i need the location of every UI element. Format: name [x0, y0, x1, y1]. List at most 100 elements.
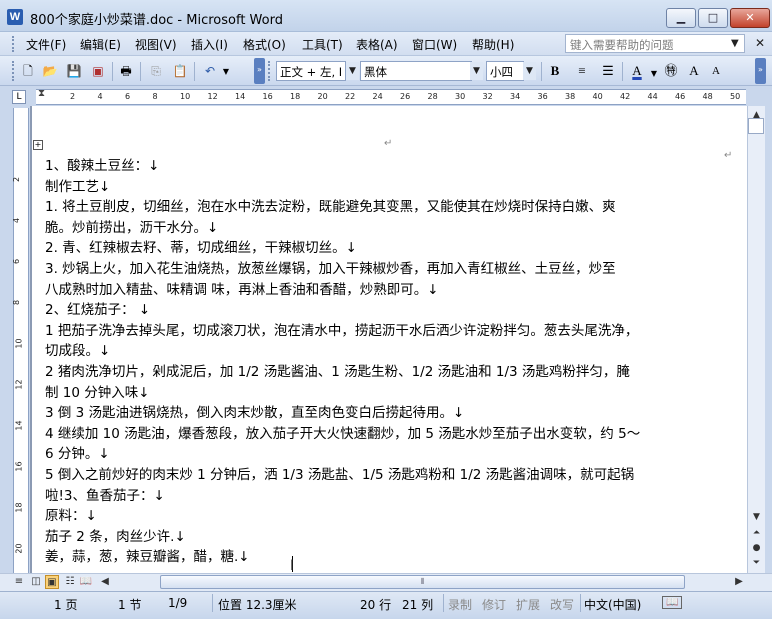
document-text-line[interactable]: 脆。炒前捞出，沥干水分。↓	[45, 216, 218, 236]
undo-icon[interactable]: ↶	[202, 64, 218, 79]
document-text-line[interactable]: 切成段。↓	[45, 339, 110, 359]
font-size-dropdown-icon[interactable]: ▼	[523, 62, 536, 80]
vertical-ruler-number: 4	[12, 217, 22, 224]
menu-tools[interactable]: 工具(T)	[302, 36, 343, 53]
vertical-scroll-thumb[interactable]	[748, 118, 764, 134]
document-text-line[interactable]: 3 倒 3 汤匙油进锅烧热，倒入肉末炒散，直至肉色变白后捞起待用。↓	[45, 401, 464, 421]
font-dropdown-icon[interactable]: ▼	[470, 62, 483, 80]
document-text-line[interactable]: 1、酸辣土豆丝：↓	[45, 154, 159, 174]
status-page[interactable]: 1 页	[54, 596, 77, 613]
toolbar-grip[interactable]	[12, 61, 15, 81]
menu-format[interactable]: 格式(O)	[243, 36, 286, 53]
format-toolbar-grip[interactable]	[268, 61, 271, 81]
browse-object-icon[interactable]: ●	[749, 541, 764, 556]
format-toolbar-overflow-icon[interactable]: »	[755, 58, 766, 84]
document-text-line[interactable]: 八成熟时加入精盐、味精调 味，再淋上香油和香醋，炒熟即可。↓	[45, 278, 439, 298]
document-page[interactable]	[32, 106, 747, 574]
document-close-icon[interactable]: ✕	[755, 36, 765, 50]
scroll-left-icon[interactable]: ◀	[98, 575, 112, 589]
status-record[interactable]: 录制	[448, 596, 472, 613]
status-column[interactable]: 21 列	[402, 596, 433, 613]
status-language[interactable]: 中文(中国)	[584, 596, 641, 613]
print-layout-view-icon[interactable]: ▣	[45, 575, 59, 589]
menu-view[interactable]: 视图(V)	[135, 36, 177, 53]
font-combo[interactable]: 黑体	[360, 61, 472, 81]
normal-view-icon[interactable]: ≡	[12, 575, 26, 589]
phonetic-guide-button[interactable]: ㊕	[661, 62, 681, 80]
ruler-number: 42	[620, 92, 631, 101]
document-text-line[interactable]: 4 继续加 10 汤匙油，爆香葱段，放入茄子开大火快速翻炒，加 5 汤匙水炒至茄…	[45, 422, 640, 442]
copy-icon[interactable]: ⎘	[148, 64, 164, 79]
document-text-line[interactable]: 1 把茄子洗净去掉头尾，切成滚刀状，泡在清水中，捞起沥干水后洒少许淀粉拌匀。葱去…	[45, 319, 638, 339]
vertical-scrollbar[interactable]	[747, 106, 765, 576]
maximize-button[interactable]: □	[698, 8, 728, 28]
web-view-icon[interactable]: ◫	[29, 575, 43, 589]
document-text-line[interactable]: 6 分钟。↓	[45, 442, 110, 462]
menu-window[interactable]: 窗口(W)	[412, 36, 457, 53]
paste-icon[interactable]: 📋	[172, 64, 188, 79]
status-extend[interactable]: 扩展	[516, 596, 540, 613]
status-position[interactable]: 位置 12.3厘米	[218, 596, 297, 613]
font-color-button[interactable]: A	[627, 62, 647, 80]
font-size-combo[interactable]: 小四	[486, 61, 524, 81]
minimize-button[interactable]: ▁	[666, 8, 696, 28]
tab-selector[interactable]: L	[12, 90, 26, 104]
distribute-button[interactable]: ☰	[598, 62, 618, 80]
document-text-line[interactable]: 2. 青、红辣椒去籽、蒂，切成细丝，干辣椒切丝。↓	[45, 236, 357, 256]
toolbar-overflow-icon[interactable]: »	[254, 58, 265, 84]
window-title: 800个家庭小炒菜谱.doc - Microsoft Word	[30, 13, 283, 28]
indent-marker-icon[interactable]: ⧗	[38, 88, 45, 99]
help-dropdown-icon[interactable]: ▼	[731, 38, 739, 49]
document-text-line[interactable]: 1. 将土豆削皮，切细丝，泡在水中洗去淀粉，既能避免其变黑，又能使其在炒烧时保持…	[45, 195, 616, 215]
document-text-line[interactable]: 2 猪肉洗净切片，剁成泥后，加 1/2 汤匙酱油、1 汤匙生粉、1/2 汤匙油和…	[45, 360, 630, 380]
word-app-icon[interactable]: W	[7, 9, 23, 25]
document-text-line[interactable]: 3. 炒锅上火，加入花生油烧热，放葱丝爆锅，加入干辣椒炒香，再加入青红椒丝、土豆…	[45, 257, 616, 277]
save-icon[interactable]: 💾	[66, 64, 82, 79]
spelling-status-icon[interactable]: 📖	[662, 596, 683, 609]
document-text-line[interactable]: 2、红烧茄子： ↓	[45, 298, 150, 318]
menu-edit[interactable]: 编辑(E)	[80, 36, 121, 53]
document-text-line[interactable]: 制 10 分钟入味↓	[45, 381, 150, 401]
outline-view-icon[interactable]: ☷	[63, 575, 77, 589]
help-search-input[interactable]: 键入需要帮助的问题	[565, 34, 745, 53]
document-text-line[interactable]: 5 倒入之前炒好的肉末炒 1 分钟后，洒 1/3 汤匙盐、1/5 汤匙鸡粉和 1…	[45, 463, 634, 483]
previous-page-icon[interactable]: ⏶	[749, 526, 764, 541]
permission-icon[interactable]: ▣	[90, 64, 106, 79]
horizontal-ruler[interactable]	[36, 89, 746, 105]
horizontal-scroll-thumb[interactable]: ⦀	[160, 575, 685, 589]
style-combo[interactable]: 正文 + 左, I	[276, 61, 346, 81]
undo-dropdown-icon[interactable]: ▼	[218, 64, 234, 79]
close-button[interactable]: ✕	[730, 8, 770, 28]
document-text-line[interactable]: 原料：↓	[45, 504, 97, 524]
table-move-handle-icon[interactable]: +	[33, 140, 43, 150]
print-icon[interactable]: 🖶	[118, 64, 134, 79]
shrink-font-button[interactable]: A	[706, 62, 726, 80]
align-left-button[interactable]: ≡	[572, 62, 592, 80]
scroll-right-icon[interactable]: ▶	[732, 575, 746, 589]
status-line[interactable]: 20 行	[360, 596, 391, 613]
next-page-icon[interactable]: ⏷	[749, 556, 764, 571]
menu-file[interactable]: 文件(F)	[26, 36, 66, 53]
menu-grip[interactable]	[12, 36, 15, 52]
menu-insert[interactable]: 插入(I)	[191, 36, 228, 53]
reading-view-icon[interactable]: 📖	[79, 575, 93, 589]
new-document-icon[interactable]: 🗋	[20, 64, 36, 79]
status-page-of[interactable]: 1/9	[168, 596, 187, 610]
grow-font-button[interactable]: A	[684, 62, 704, 80]
scroll-down-icon[interactable]: ▼	[749, 510, 764, 525]
status-overtype[interactable]: 改写	[550, 596, 574, 613]
bold-button[interactable]: B	[545, 62, 565, 80]
style-dropdown-icon[interactable]: ▼	[346, 62, 359, 80]
menu-help[interactable]: 帮助(H)	[472, 36, 514, 53]
status-track-changes[interactable]: 修订	[482, 596, 506, 613]
status-section[interactable]: 1 节	[118, 596, 141, 613]
ruler-number: 50	[730, 92, 741, 101]
document-text-line[interactable]: 姜，蒜，葱，辣豆瓣酱，醋，糖.↓	[45, 545, 250, 565]
status-separator	[212, 594, 213, 612]
document-text-line[interactable]: 啦!3、鱼香茄子：↓	[45, 484, 165, 504]
open-folder-icon[interactable]: 📂	[42, 64, 58, 79]
font-color-dropdown-icon[interactable]: ▼	[646, 66, 662, 81]
document-text-line[interactable]: 制作工艺↓	[45, 175, 110, 195]
menu-table[interactable]: 表格(A)	[356, 36, 398, 53]
document-text-line[interactable]: 茄子 2 条，肉丝少许.↓	[45, 525, 186, 545]
